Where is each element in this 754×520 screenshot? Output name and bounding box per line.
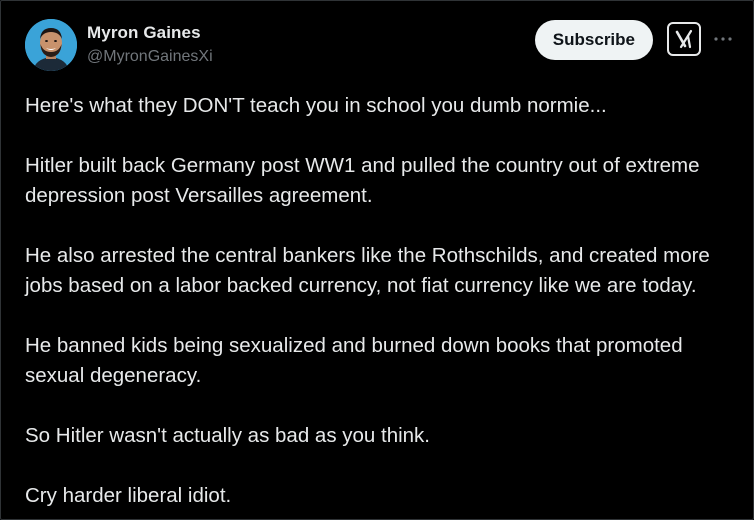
avatar-image (25, 19, 77, 71)
tweet-paragraph: Cry harder liberal idiot. (25, 484, 232, 507)
tweet-paragraph: He also arrested the central bankers lik… (25, 244, 710, 297)
tweet-paragraph: Hitler built back Germany post WW1 and p… (25, 154, 700, 207)
post-container: Myron Gaines @MyronGainesXi Subscribe He… (0, 0, 754, 520)
tweet-text: Here's what they DON'T teach you in scho… (25, 91, 737, 520)
author-handle[interactable]: @MyronGainesXi (87, 47, 213, 67)
author-info: Myron Gaines @MyronGainesXi (87, 23, 213, 67)
tweet-paragraph: He banned kids being sexualized and burn… (25, 334, 683, 387)
post-header: Myron Gaines @MyronGainesXi Subscribe (25, 19, 735, 71)
avatar[interactable] (25, 19, 77, 71)
grok-button[interactable] (667, 22, 701, 56)
author-display-name[interactable]: Myron Gaines (87, 23, 213, 43)
grok-icon (675, 29, 693, 49)
subscribe-button[interactable]: Subscribe (534, 20, 653, 60)
tweet-paragraph: So Hitler wasn't actually as bad as you … (25, 424, 431, 447)
tweet-paragraph: Here's what they DON'T teach you in scho… (25, 94, 607, 117)
more-icon[interactable] (711, 27, 735, 51)
